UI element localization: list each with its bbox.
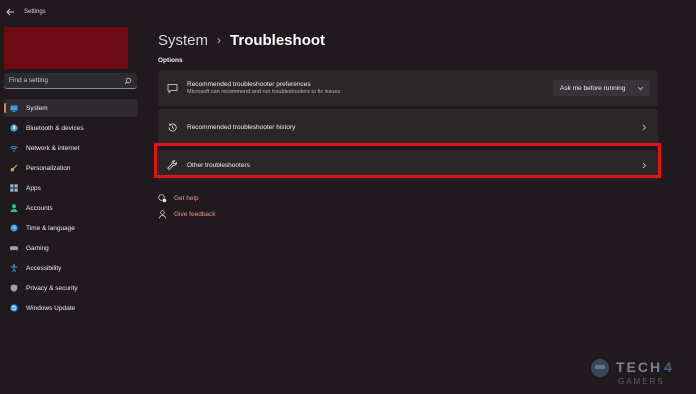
- sidebar-item-apps[interactable]: Apps: [4, 179, 138, 197]
- sidebar-item-personalization[interactable]: Personalization: [4, 159, 138, 177]
- sidebar-item-accessibility[interactable]: Accessibility: [4, 259, 138, 277]
- give-feedback-link[interactable]: Give feedback: [158, 208, 216, 220]
- breadcrumb-parent[interactable]: System: [158, 32, 208, 49]
- get-help-label[interactable]: Get help: [174, 195, 199, 202]
- gamepad-icon: [10, 244, 18, 252]
- section-title-options: Options: [158, 57, 183, 64]
- sidebar-item-bluetooth[interactable]: Bluetooth & devices: [4, 119, 138, 137]
- sidebar-item-time-language[interactable]: Time & language: [4, 219, 138, 237]
- chevron-down-icon: [636, 84, 644, 92]
- globe-clock-icon: [10, 224, 18, 232]
- highlight-box: [154, 143, 661, 178]
- system-icon: [10, 104, 18, 112]
- card-title: Recommended troubleshooter history: [187, 123, 296, 131]
- sidebar-item-accounts[interactable]: Accounts: [4, 199, 138, 217]
- troubleshooter-preferences-card: Recommended troubleshooter preferences M…: [158, 70, 658, 106]
- sidebar-item-label: Network & internet: [26, 144, 80, 152]
- tech4gamers-watermark-logo: TECH 4 GAMERS: [588, 350, 688, 390]
- sidebar-item-label: Personalization: [26, 164, 71, 172]
- history-icon: [166, 121, 178, 133]
- troubleshooter-history-card[interactable]: Recommended troubleshooter history: [158, 109, 658, 145]
- sidebar-item-windows-update[interactable]: Windows Update: [4, 299, 138, 317]
- window-title: Settings: [24, 9, 46, 15]
- sidebar-item-system[interactable]: System: [4, 99, 138, 117]
- help-links: Get help Give feedback: [158, 192, 216, 224]
- shield-icon: [10, 284, 18, 292]
- apps-icon: [10, 184, 18, 192]
- sidebar-item-label: Time & language: [26, 224, 75, 232]
- title-bar: Settings: [0, 0, 696, 24]
- sidebar-item-label: Windows Update: [26, 304, 76, 312]
- sidebar-item-privacy-security[interactable]: Privacy & security: [4, 279, 138, 297]
- sidebar-item-label: Accessibility: [26, 264, 62, 272]
- accessibility-icon: [10, 264, 18, 272]
- svg-text:4: 4: [664, 359, 672, 375]
- message-check-icon: [166, 82, 178, 94]
- sidebar-item-label: Accounts: [26, 204, 53, 212]
- get-help-link[interactable]: Get help: [158, 192, 216, 204]
- sidebar-item-label: Privacy & security: [26, 284, 78, 292]
- give-feedback-label[interactable]: Give feedback: [174, 211, 216, 218]
- search-placeholder: Find a setting: [9, 77, 49, 84]
- sidebar-nav: System Bluetooth & devices Network & int…: [4, 99, 138, 319]
- back-arrow-icon[interactable]: [6, 7, 16, 17]
- dropdown-selected-value: Ask me before running: [560, 84, 626, 92]
- sidebar-item-label: System: [26, 104, 48, 112]
- person-icon: [10, 204, 18, 212]
- update-icon: [10, 304, 18, 312]
- brush-icon: [10, 164, 18, 172]
- help-icon: [158, 193, 167, 203]
- user-profile-redacted[interactable]: [4, 27, 128, 69]
- svg-text:TECH: TECH: [616, 359, 662, 375]
- sidebar-item-gaming[interactable]: Gaming: [4, 239, 138, 257]
- sidebar-item-label: Bluetooth & devices: [26, 124, 84, 132]
- card-subtitle: Microsoft can recommend and run troubles…: [187, 89, 341, 95]
- sidebar-item-label: Apps: [26, 184, 41, 192]
- wifi-icon: [10, 144, 18, 152]
- page-title: Troubleshoot: [230, 31, 326, 49]
- sidebar: Find a setting System Bluetooth & device…: [0, 24, 145, 394]
- card-title: Recommended troubleshooter preferences: [187, 81, 311, 88]
- chevron-right-icon: [640, 123, 648, 131]
- breadcrumb-separator: ›: [217, 33, 222, 47]
- search-input[interactable]: Find a setting: [4, 73, 137, 89]
- breadcrumb: System › Troubleshoot: [158, 29, 325, 51]
- sidebar-item-network[interactable]: Network & internet: [4, 139, 138, 157]
- svg-text:GAMERS: GAMERS: [618, 377, 665, 386]
- sidebar-item-label: Gaming: [26, 244, 49, 252]
- troubleshooter-preference-dropdown[interactable]: Ask me before running: [553, 80, 650, 96]
- bluetooth-icon: [10, 124, 18, 132]
- feedback-icon: [158, 209, 167, 219]
- search-icon[interactable]: [123, 76, 133, 86]
